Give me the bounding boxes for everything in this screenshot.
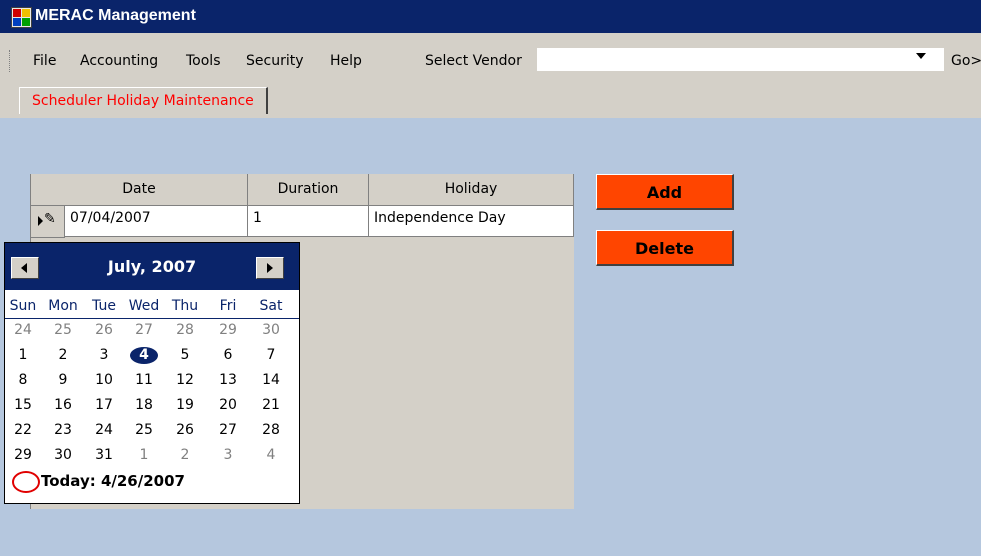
- today-circle-icon: [12, 471, 40, 493]
- calendar-day[interactable]: 22: [5, 420, 41, 441]
- calendar-day[interactable]: 26: [167, 420, 203, 441]
- menu-help[interactable]: Help: [330, 53, 362, 69]
- weekday-label: Sat: [259, 298, 283, 314]
- content-area: Date Duration Holiday ✎ 07/04/2007 1 Ind…: [0, 118, 981, 556]
- calendar-day[interactable]: 21: [253, 395, 289, 416]
- calendar-day[interactable]: 4: [253, 445, 289, 466]
- next-month-button[interactable]: [256, 257, 284, 279]
- calendar-day[interactable]: 1: [126, 445, 162, 466]
- calendar-day[interactable]: 25: [126, 420, 162, 441]
- calendar-day[interactable]: 3: [86, 345, 122, 366]
- add-button[interactable]: Add: [596, 174, 734, 210]
- date-cell[interactable]: 07/04/2007: [65, 206, 248, 237]
- calendar-day[interactable]: 13: [210, 370, 246, 391]
- tab-strip: Scheduler Holiday Maintenance: [0, 82, 981, 118]
- calendar-day[interactable]: 28: [167, 320, 203, 341]
- calendar-day[interactable]: 7: [253, 345, 289, 366]
- calendar-day[interactable]: 23: [45, 420, 81, 441]
- calendar-header: July, 2007: [5, 243, 299, 290]
- calendar-day[interactable]: 14: [253, 370, 289, 391]
- arrow-left-icon: [21, 263, 27, 273]
- menu-tools[interactable]: Tools: [186, 53, 221, 69]
- weekday-label: Fri: [219, 298, 237, 314]
- menu-grip: [9, 50, 13, 72]
- calendar-day[interactable]: 16: [45, 395, 81, 416]
- menu-bar: File Accounting Tools Security Help Sele…: [0, 45, 981, 77]
- calendar-day[interactable]: 27: [126, 320, 162, 341]
- calendar-day[interactable]: 30: [253, 320, 289, 341]
- calendar-day[interactable]: 11: [126, 370, 162, 391]
- weekday-label: Sun: [9, 298, 37, 314]
- row-editing-pencil-icon: ✎: [44, 211, 56, 227]
- calendar-day[interactable]: 15: [5, 395, 41, 416]
- calendar-month-title: July, 2007: [107, 257, 197, 276]
- menu-security[interactable]: Security: [246, 53, 304, 69]
- calendar-day[interactable]: 19: [167, 395, 203, 416]
- weekday-label: Tue: [92, 298, 116, 314]
- calendar-day-selected[interactable]: 4: [126, 345, 162, 366]
- calendar-day[interactable]: 26: [86, 320, 122, 341]
- calendar-day[interactable]: 20: [210, 395, 246, 416]
- calendar-day[interactable]: 8: [5, 370, 41, 391]
- calendar-day[interactable]: 3: [210, 445, 246, 466]
- tab-label: Scheduler Holiday Maintenance: [32, 93, 254, 109]
- column-header-date[interactable]: Date: [31, 174, 248, 206]
- title-bar: MERAC Management: [0, 0, 981, 33]
- go-button[interactable]: Go>: [951, 53, 981, 69]
- duration-cell[interactable]: 1: [248, 206, 369, 237]
- weekday-header: Sun Mon Tue Wed Thu Fri Sat: [5, 296, 299, 319]
- calendar-day[interactable]: 30: [45, 445, 81, 466]
- delete-button[interactable]: Delete: [596, 230, 734, 266]
- tab-scheduler-holiday-maintenance[interactable]: Scheduler Holiday Maintenance: [19, 87, 268, 114]
- calendar-day[interactable]: 25: [45, 320, 81, 341]
- calendar-day[interactable]: 5: [167, 345, 203, 366]
- calendar-day[interactable]: 17: [86, 395, 122, 416]
- calendar-day[interactable]: 1: [5, 345, 41, 366]
- window-title: MERAC Management: [35, 7, 196, 24]
- calendar-day[interactable]: 12: [167, 370, 203, 391]
- vendor-dropdown-arrow-icon[interactable]: [916, 53, 926, 59]
- calendar-day[interactable]: 2: [45, 345, 81, 366]
- merac-app-icon: [11, 7, 32, 28]
- calendar-day[interactable]: 6: [210, 345, 246, 366]
- calendar-day[interactable]: 18: [126, 395, 162, 416]
- holiday-cell[interactable]: Independence Day: [369, 206, 574, 237]
- table-row[interactable]: ✎ 07/04/2007 1 Independence Day: [31, 206, 574, 239]
- calendar-day[interactable]: 31: [86, 445, 122, 466]
- weekday-label: Thu: [171, 298, 199, 314]
- select-vendor-label: Select Vendor: [425, 53, 522, 69]
- calendar-day[interactable]: 9: [45, 370, 81, 391]
- calendar-day[interactable]: 24: [86, 420, 122, 441]
- weekday-label: Mon: [48, 298, 78, 314]
- calendar-day[interactable]: 27: [210, 420, 246, 441]
- arrow-right-icon: [267, 263, 273, 273]
- menu-accounting[interactable]: Accounting: [80, 53, 158, 69]
- current-row-indicator-icon: [38, 216, 43, 226]
- today-link[interactable]: Today: 4/26/2007: [41, 472, 185, 490]
- previous-month-button[interactable]: [11, 257, 39, 279]
- calendar-day[interactable]: 2: [167, 445, 203, 466]
- calendar-day[interactable]: 29: [5, 445, 41, 466]
- vendor-select[interactable]: [537, 48, 944, 71]
- calendar-day[interactable]: 28: [253, 420, 289, 441]
- column-header-holiday[interactable]: Holiday: [369, 174, 574, 206]
- column-header-duration[interactable]: Duration: [248, 174, 369, 206]
- row-selector[interactable]: ✎: [31, 206, 65, 238]
- calendar-day[interactable]: 24: [5, 320, 41, 341]
- calendar-day[interactable]: 29: [210, 320, 246, 341]
- weekday-label: Wed: [128, 298, 160, 314]
- menu-file[interactable]: File: [33, 53, 56, 69]
- date-picker-calendar: July, 2007 Sun Mon Tue Wed Thu Fri Sat 2…: [4, 242, 300, 504]
- selected-day-label: 4: [130, 347, 158, 364]
- calendar-day[interactable]: 10: [86, 370, 122, 391]
